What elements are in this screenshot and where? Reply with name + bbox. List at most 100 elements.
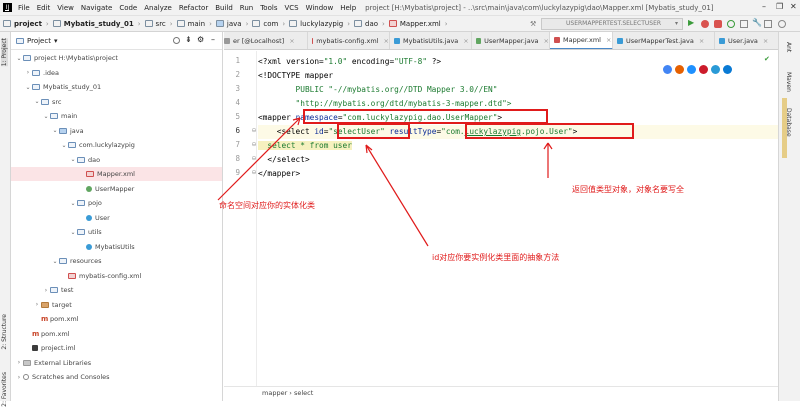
- collapse-icon[interactable]: ⇟: [185, 35, 192, 44]
- tree-item[interactable]: ⌄ main: [11, 109, 222, 123]
- fold-marker-icon[interactable]: ⊖: [251, 155, 257, 162]
- hide-panel-icon[interactable]: –: [211, 35, 215, 44]
- close-tab-icon[interactable]: ×: [699, 37, 704, 45]
- tree-item[interactable]: ⌄ com.luckylazypig: [11, 138, 222, 152]
- code-line-8[interactable]: </select>: [258, 153, 778, 167]
- menu-help[interactable]: Help: [340, 4, 356, 12]
- tree-item[interactable]: › target: [11, 298, 222, 312]
- tree-item[interactable]: m pom.xml: [11, 327, 222, 341]
- chevron-right-icon[interactable]: ›: [24, 69, 32, 76]
- crumb-com[interactable]: com ›: [252, 20, 289, 28]
- tree-item[interactable]: ⌄ resources: [11, 254, 222, 268]
- editor-tab[interactable]: UserMapperTest.java ×: [613, 32, 715, 49]
- restore-icon[interactable]: ❐: [776, 2, 783, 11]
- ant-tool-tab[interactable]: Ant: [785, 42, 792, 52]
- chevron-down-icon[interactable]: ⌄: [42, 113, 50, 120]
- maven-tool-tab[interactable]: Maven: [785, 72, 792, 92]
- opera-icon[interactable]: [699, 65, 708, 74]
- crumb-main[interactable]: main ›: [176, 20, 216, 28]
- project-panel-title[interactable]: Project: [27, 37, 51, 45]
- chrome-icon[interactable]: [663, 65, 672, 74]
- menu-edit[interactable]: Edit: [37, 4, 51, 12]
- tree-item[interactable]: ⌄ Mybatis_study_01: [11, 80, 222, 94]
- tree-item[interactable]: ⌄ utils: [11, 225, 222, 239]
- chevron-right-icon[interactable]: ›: [42, 287, 50, 294]
- chevron-down-icon[interactable]: ⌄: [60, 142, 68, 149]
- tree-item[interactable]: ⌄ pojo: [11, 196, 222, 210]
- structure-tool-tab[interactable]: 2: Structure: [1, 314, 8, 350]
- tree-item[interactable]: › Scratches and Consoles: [11, 370, 222, 384]
- menu-refactor[interactable]: Refactor: [179, 4, 208, 12]
- code-editor[interactable]: 123456789 ⊖ ⊖ ⊖ ⊖ <?xml version="1.0" en…: [224, 51, 778, 386]
- chevron-down-icon[interactable]: ⌄: [24, 84, 32, 91]
- chevron-down-icon[interactable]: ⌄: [33, 98, 41, 105]
- crumb-module[interactable]: Mybatis_study_01 ›: [52, 20, 145, 28]
- crumb-dao[interactable]: dao ›: [354, 20, 389, 28]
- crumb-src[interactable]: src ›: [144, 20, 177, 28]
- editor-tab[interactable]: mybatis-config.xml ×: [308, 32, 390, 49]
- chevron-down-icon[interactable]: ⌄: [69, 156, 77, 163]
- tree-item[interactable]: ⌄ dao: [11, 153, 222, 167]
- close-tab-icon[interactable]: ×: [606, 36, 611, 44]
- editor-tab[interactable]: UserMapper.java ×: [472, 32, 550, 49]
- menu-navigate[interactable]: Navigate: [81, 4, 112, 12]
- project-tool-tab[interactable]: 1: Project: [1, 38, 8, 67]
- crumb-mapper-xml[interactable]: Mapper.xml ›: [388, 20, 452, 28]
- run-configuration-select[interactable]: USERMAPPERTEST.SELECTUSER ▾: [541, 18, 683, 30]
- chevron-down-icon[interactable]: ⌄: [69, 229, 77, 236]
- search-icon[interactable]: [778, 20, 786, 28]
- code-line-9[interactable]: </mapper>: [258, 167, 778, 181]
- chevron-right-icon[interactable]: ›: [15, 359, 23, 366]
- tree-item[interactable]: UserMapper: [11, 182, 222, 196]
- close-tab-icon[interactable]: ×: [763, 37, 768, 45]
- fold-marker-icon[interactable]: ⊖: [251, 127, 257, 134]
- editor-tab[interactable]: MybatisUtils.java ×: [390, 32, 472, 49]
- hammer-icon[interactable]: ⚒: [530, 20, 538, 28]
- chevron-right-icon[interactable]: ›: [33, 301, 41, 308]
- menu-analyze[interactable]: Analyze: [144, 4, 172, 12]
- profile-icon[interactable]: [727, 20, 735, 28]
- code-line-7[interactable]: select * from user: [258, 139, 778, 153]
- edge-icon[interactable]: [723, 65, 732, 74]
- close-tab-icon[interactable]: ×: [289, 37, 294, 45]
- crumb-luckylazypig[interactable]: luckylazypig ›: [289, 20, 354, 28]
- scrollbar-marker[interactable]: [782, 98, 787, 158]
- tree-item[interactable]: mybatis-config.xml: [11, 269, 222, 283]
- tree-item[interactable]: › .idea: [11, 66, 222, 80]
- menu-vcs[interactable]: VCS: [284, 4, 298, 12]
- editor-tab[interactable]: Mapper.xml ×: [550, 32, 613, 49]
- chevron-down-icon[interactable]: ⌄: [51, 127, 59, 134]
- chevron-down-icon[interactable]: ⌄: [15, 55, 23, 62]
- tree-item[interactable]: › External Libraries: [11, 356, 222, 370]
- settings-gear-icon[interactable]: ⚙: [197, 35, 204, 44]
- minimize-icon[interactable]: –: [762, 2, 766, 11]
- menu-build[interactable]: Build: [215, 4, 233, 12]
- close-icon[interactable]: ✕: [790, 2, 797, 11]
- tree-item[interactable]: User: [11, 211, 222, 225]
- close-tab-icon[interactable]: ×: [463, 37, 468, 45]
- tree-item[interactable]: project.iml: [11, 341, 222, 355]
- menu-file[interactable]: File: [18, 4, 30, 12]
- menu-window[interactable]: Window: [306, 4, 334, 12]
- tree-item[interactable]: ⌄ project H:\Mybatis\project: [11, 51, 222, 65]
- locate-icon[interactable]: [173, 37, 180, 44]
- close-tab-icon[interactable]: ×: [544, 37, 549, 45]
- crumb-project[interactable]: project ›: [3, 20, 53, 28]
- chevron-right-icon[interactable]: ›: [15, 374, 23, 381]
- inspection-ok-icon[interactable]: ✔: [764, 55, 770, 63]
- chevron-down-icon[interactable]: ⌄: [51, 258, 59, 265]
- coverage-icon[interactable]: [714, 20, 722, 28]
- fold-marker-icon[interactable]: ⊖: [251, 141, 257, 148]
- xml-breadcrumb-bar[interactable]: mapper › select: [224, 386, 778, 401]
- favorites-tool-tab[interactable]: 2: Favorites: [1, 372, 8, 407]
- attach-icon[interactable]: [740, 20, 748, 28]
- close-tab-icon[interactable]: ×: [384, 37, 389, 45]
- menu-view[interactable]: View: [57, 4, 74, 12]
- tree-item[interactable]: ⌄ java: [11, 124, 222, 138]
- menu-code[interactable]: Code: [119, 4, 137, 12]
- tree-item[interactable]: m pom.xml: [11, 312, 222, 326]
- run-icon[interactable]: ▶: [688, 18, 696, 27]
- code-line-3[interactable]: PUBLIC "-//mybatis.org//DTD Mapper 3.0//…: [258, 83, 778, 97]
- wrench-icon[interactable]: 🔧: [752, 18, 762, 27]
- ie-icon[interactable]: [711, 65, 720, 74]
